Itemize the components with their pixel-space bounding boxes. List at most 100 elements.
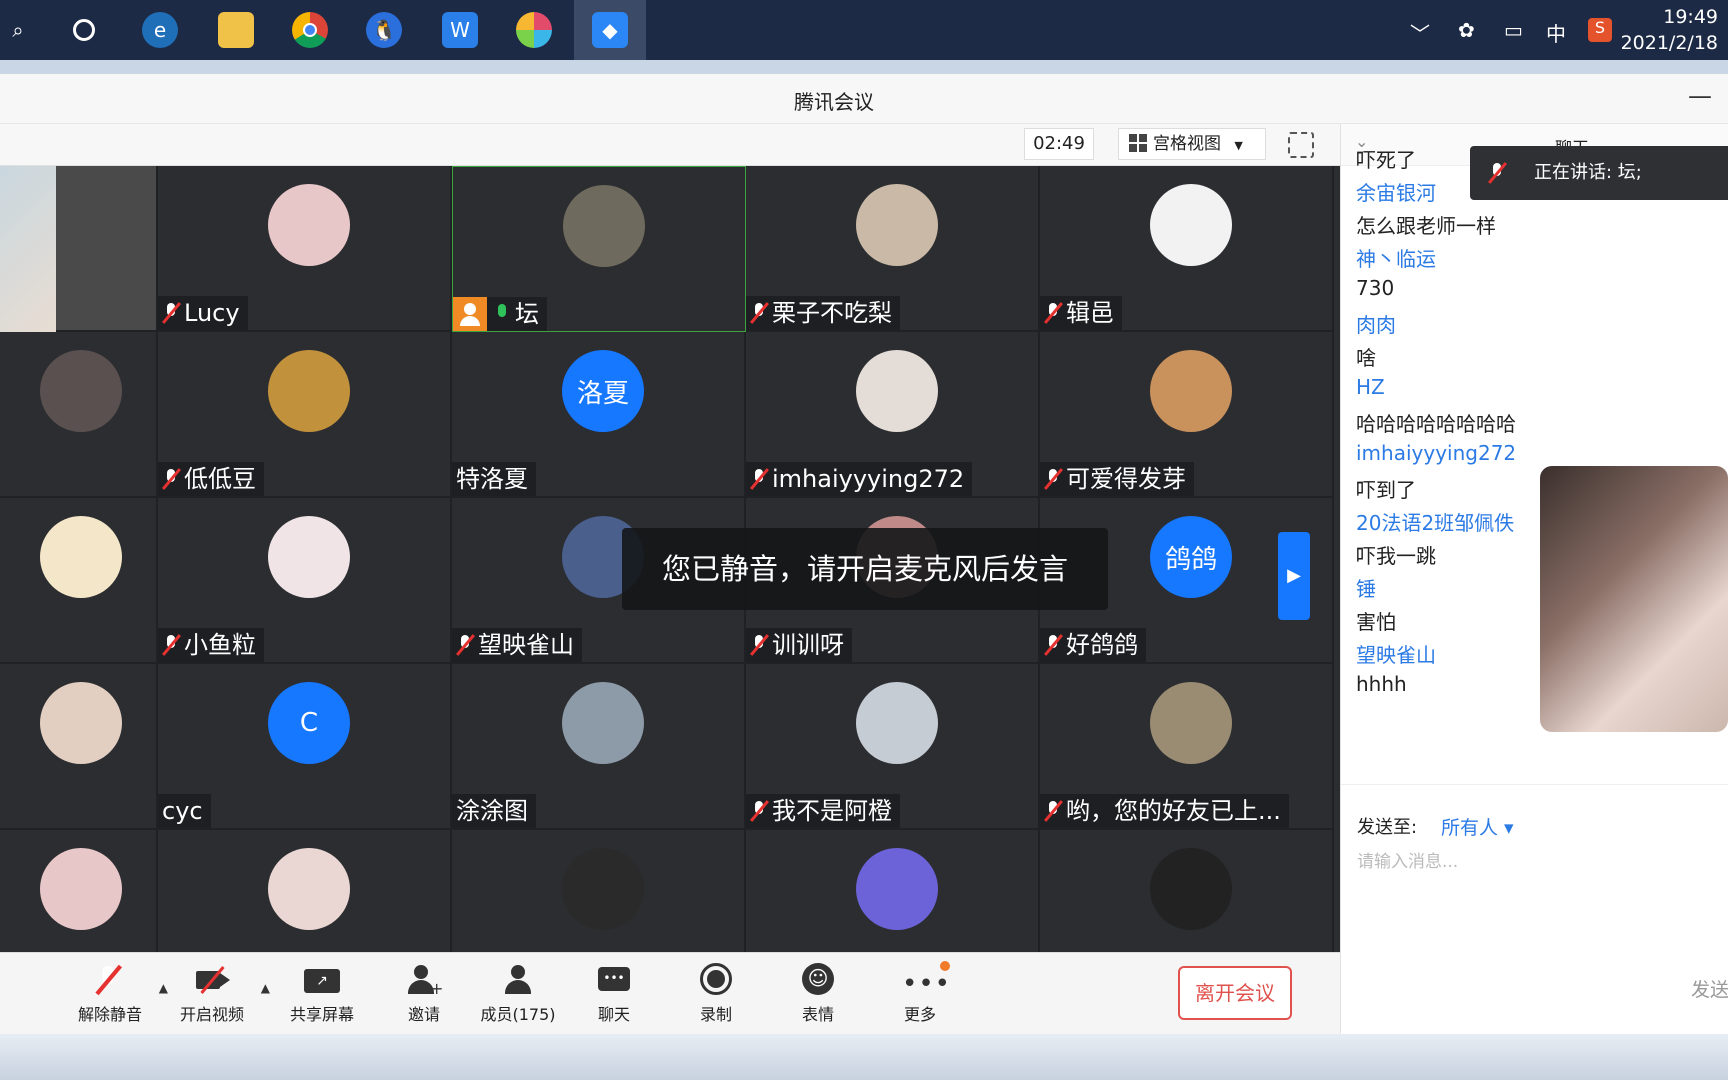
participant-name: 可爱得发芽 [1066, 465, 1186, 493]
participant-name-tag: 望映雀山 [452, 628, 582, 662]
view-mode-label: 宫格视图 [1153, 134, 1221, 154]
next-page-button[interactable]: ▶ [1278, 532, 1310, 620]
participant-tile[interactable]: 洛夏 特洛夏 [452, 332, 746, 498]
avatar [268, 848, 350, 930]
participant-tile[interactable] [1040, 830, 1334, 952]
sogou-icon[interactable]: S [1588, 18, 1612, 42]
participant-tile[interactable]: 坛 [452, 166, 746, 332]
image-popup[interactable] [1540, 466, 1728, 732]
send-to-dropdown[interactable]: 所有人 ▾ [1441, 813, 1514, 840]
emoji-button[interactable]: ☺ 表情 [770, 963, 866, 1025]
chat-sender[interactable]: 20法语2班邹佩佚 [1356, 507, 1514, 536]
qq-icon[interactable]: 🐧 [366, 12, 402, 48]
partial-tile[interactable] [0, 830, 158, 952]
clock-time: 19:49 [1663, 6, 1718, 28]
file-explorer-icon[interactable] [218, 12, 254, 48]
participant-tile[interactable]: 可爱得发芽 [1040, 332, 1334, 498]
avatar [1150, 184, 1232, 266]
search-icon[interactable]: ⌕ [0, 12, 36, 48]
participant-tile[interactable]: imhaiyyying272 [746, 332, 1040, 498]
mic-muted-icon [1044, 468, 1062, 490]
chat-input[interactable] [1357, 847, 1707, 877]
mic-muted-icon [1044, 302, 1062, 324]
avatar [40, 848, 122, 930]
control-bar: 解除静音 ▲ 开启视频 ▲ ↗ 共享屏幕 + 邀请 成员(175) ••• 聊天… [0, 952, 1340, 1034]
participant-name: 我不是阿橙 [772, 797, 892, 825]
mic-muted-icon [456, 634, 474, 656]
more-button[interactable]: ••• 更多 [872, 961, 968, 1025]
mic-muted-icon [1044, 800, 1062, 822]
chevron-up-icon[interactable]: ﹀ [1410, 18, 1430, 47]
participant-tile[interactable]: 栗子不吃梨 [746, 166, 1040, 332]
participant-tile[interactable]: Lucy [158, 166, 452, 332]
system-clock[interactable]: 19:49 2021/2/18 [1621, 4, 1718, 56]
flower-icon[interactable]: ✿ [1458, 18, 1475, 42]
leave-meeting-button[interactable]: 离开会议 [1178, 966, 1292, 1020]
chat-message: 730 [1356, 276, 1395, 300]
participant-tile[interactable] [746, 830, 1040, 952]
participant-name: 特洛夏 [456, 465, 528, 493]
avatar [268, 184, 350, 266]
participant-tile[interactable]: 涂涂图 [452, 664, 746, 830]
app-icon[interactable] [516, 12, 552, 48]
invite-button[interactable]: + 邀请 [376, 963, 472, 1025]
participant-tile[interactable] [452, 830, 746, 952]
participant-tile[interactable]: 低低豆 [158, 332, 452, 498]
chevron-down-icon: ▼ [1234, 139, 1243, 152]
chat-button[interactable]: ••• 聊天 [566, 963, 662, 1025]
user-icon [500, 963, 536, 997]
participant-name-tag: 低低豆 [158, 462, 264, 496]
send-button[interactable]: 发送 [1691, 975, 1728, 1002]
ime-indicator[interactable]: 中 [1546, 18, 1566, 47]
cortana-icon[interactable] [66, 12, 102, 48]
partial-tile[interactable] [0, 498, 158, 664]
partial-tile[interactable] [0, 664, 158, 830]
notification-dot [940, 961, 950, 971]
window-titlebar: 腾讯会议 — [0, 74, 1728, 124]
participant-tile[interactable]: 我不是阿橙 [746, 664, 1040, 830]
chat-sender[interactable]: imhaiyyying272 [1356, 441, 1516, 465]
chat-sender[interactable]: HZ [1356, 375, 1385, 399]
participant-tile[interactable]: 小鱼粒 [158, 498, 452, 664]
record-button[interactable]: 录制 [668, 963, 764, 1025]
avatar: 鸽鸽 [1150, 516, 1232, 598]
browser-icon[interactable]: e [142, 12, 178, 48]
tencent-meeting-icon[interactable]: ◆ [592, 12, 628, 48]
chevron-up-icon[interactable]: ▲ [261, 981, 270, 995]
mic-muted-icon [1044, 634, 1062, 656]
record-label: 录制 [699, 1005, 732, 1024]
chat-sender[interactable]: 肉肉 [1356, 309, 1396, 338]
invite-label: 邀请 [407, 1005, 440, 1024]
battery-icon[interactable]: ▭ [1504, 18, 1523, 42]
speaking-indicator: 正在讲话: 坛; [1470, 146, 1728, 200]
participant-tile[interactable]: Ccyc [158, 664, 452, 830]
start-video-button[interactable]: 开启视频 ▲ [164, 963, 270, 1025]
participant-tile[interactable]: 辑邑 [1040, 166, 1334, 332]
participant-name: 低低豆 [184, 465, 256, 493]
minimize-button[interactable]: — [1680, 82, 1720, 112]
mic-muted-icon [750, 302, 768, 324]
avatar [40, 682, 122, 764]
participant-tile[interactable] [158, 830, 452, 952]
unmute-button[interactable]: 解除静音 ▲ [62, 963, 168, 1025]
partial-tile[interactable] [0, 332, 158, 498]
chat-label: 聊天 [597, 1005, 630, 1024]
wps-icon[interactable]: W [442, 12, 478, 48]
partial-tile[interactable] [0, 166, 158, 332]
share-screen-button[interactable]: ↗ 共享屏幕 [274, 963, 370, 1025]
unmute-label: 解除静音 [77, 1005, 142, 1024]
chrome-icon[interactable] [292, 12, 328, 48]
participant-name: Lucy [184, 299, 240, 327]
chat-sender[interactable]: 余宙银河 [1356, 177, 1436, 206]
participant-tile[interactable]: 哟，您的好友已上... [1040, 664, 1334, 830]
members-button[interactable]: 成员(175) [470, 963, 566, 1025]
view-mode-dropdown[interactable]: 宫格视图 ▼ [1118, 128, 1266, 160]
chat-sender[interactable]: 锤 [1356, 573, 1376, 602]
avatar [856, 682, 938, 764]
window-title: 腾讯会议 [794, 90, 874, 114]
fullscreen-icon[interactable] [1288, 132, 1314, 158]
participant-name-tag: 坛 [453, 297, 547, 331]
mic-muted-icon [750, 800, 768, 822]
chat-sender[interactable]: 神丶临运 [1356, 243, 1436, 272]
chat-sender[interactable]: 望映雀山 [1356, 639, 1436, 668]
